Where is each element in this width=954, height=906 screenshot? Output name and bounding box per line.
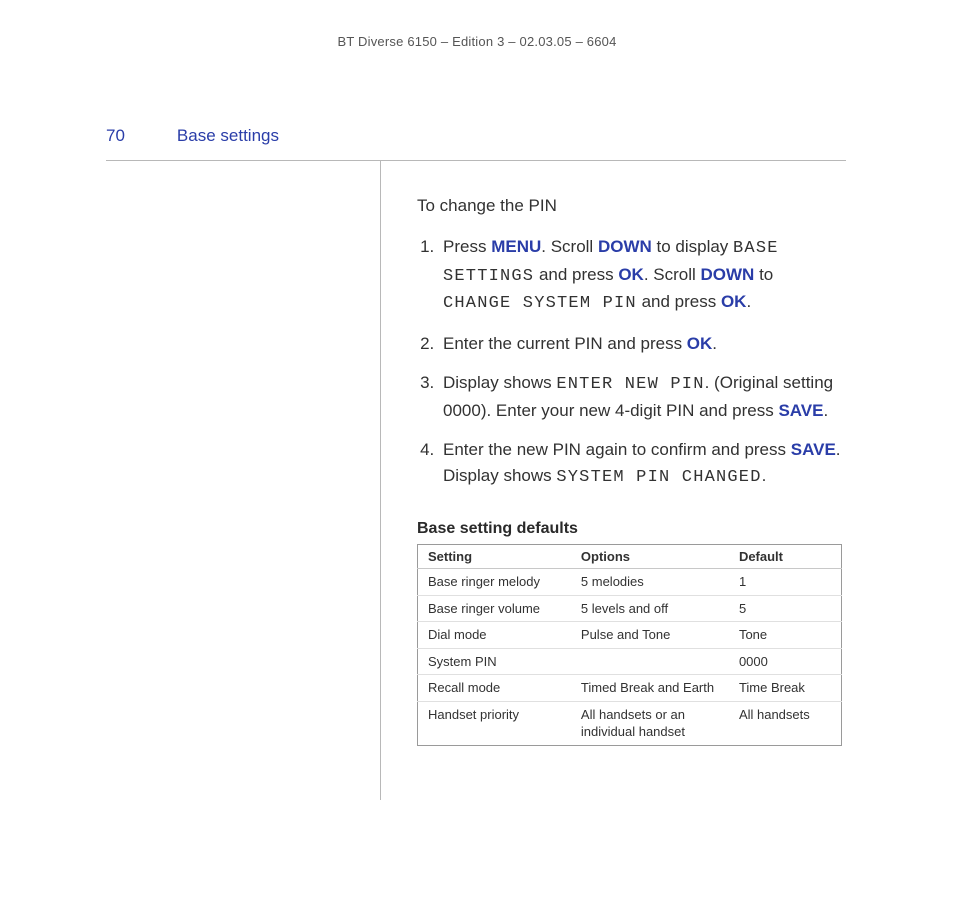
text: . <box>746 292 751 311</box>
step-2: Enter the current PIN and press OK. <box>439 331 846 357</box>
table-row: Base ringer melody 5 melodies 1 <box>418 569 842 596</box>
cell-options: Timed Break and Earth <box>571 675 729 702</box>
col-options: Options <box>571 545 729 569</box>
menu-key: MENU <box>491 237 541 256</box>
cell-default: 5 <box>729 595 842 622</box>
cell-default: All handsets <box>729 701 842 745</box>
col-default: Default <box>729 545 842 569</box>
ok-key: OK <box>618 265 644 284</box>
table-row: Dial mode Pulse and Tone Tone <box>418 622 842 649</box>
table-row: Handset priority All handsets or an indi… <box>418 701 842 745</box>
intro-text: To change the PIN <box>417 196 846 216</box>
text: Enter the new PIN again to confirm and p… <box>443 440 791 459</box>
text: . <box>712 334 717 353</box>
cell-options: 5 levels and off <box>571 595 729 622</box>
cell-default: 0000 <box>729 648 842 675</box>
text: . Scroll <box>541 237 598 256</box>
text: to <box>754 265 773 284</box>
table-row: Recall mode Timed Break and Earth Time B… <box>418 675 842 702</box>
steps-list: Press MENU. Scroll DOWN to display BASE … <box>417 234 846 490</box>
document-page: BT Diverse 6150 – Edition 3 – 02.03.05 –… <box>0 0 954 906</box>
cell-setting: System PIN <box>418 648 571 675</box>
lcd-system-pin-changed: SYSTEM PIN CHANGED <box>556 468 761 487</box>
section-title: Base settings <box>177 126 279 146</box>
text: to display <box>652 237 733 256</box>
lcd-change-system-pin: CHANGE SYSTEM PIN <box>443 294 637 313</box>
text: Press <box>443 237 491 256</box>
text: . Scroll <box>644 265 701 284</box>
text: . <box>824 401 829 420</box>
ok-key: OK <box>721 292 747 311</box>
cell-options: Pulse and Tone <box>571 622 729 649</box>
save-key: SAVE <box>778 401 823 420</box>
cell-options: All handsets or an individual handset <box>571 701 729 745</box>
cell-options <box>571 648 729 675</box>
defaults-heading: Base setting defaults <box>417 520 846 538</box>
table-header-row: Setting Options Default <box>418 545 842 569</box>
running-header: BT Diverse 6150 – Edition 3 – 02.03.05 –… <box>0 34 954 49</box>
text: Display shows <box>443 373 556 392</box>
main-content: To change the PIN Press MENU. Scroll DOW… <box>380 160 846 800</box>
cell-setting: Handset priority <box>418 701 571 745</box>
table-row: System PIN 0000 <box>418 648 842 675</box>
down-key: DOWN <box>701 265 755 284</box>
text: and press <box>534 265 618 284</box>
ok-key: OK <box>687 334 713 353</box>
table-row: Base ringer volume 5 levels and off 5 <box>418 595 842 622</box>
step-3: Display shows ENTER NEW PIN. (Original s… <box>439 370 846 423</box>
lcd-enter-new-pin: ENTER NEW PIN <box>556 375 704 394</box>
text: and press <box>637 292 721 311</box>
down-key: DOWN <box>598 237 652 256</box>
col-setting: Setting <box>418 545 571 569</box>
cell-options: 5 melodies <box>571 569 729 596</box>
text: Enter the current PIN and press <box>443 334 687 353</box>
defaults-table: Setting Options Default Base ringer melo… <box>417 544 842 746</box>
cell-setting: Dial mode <box>418 622 571 649</box>
cell-setting: Base ringer melody <box>418 569 571 596</box>
cell-setting: Base ringer volume <box>418 595 571 622</box>
cell-default: Tone <box>729 622 842 649</box>
cell-default: Time Break <box>729 675 842 702</box>
save-key: SAVE <box>791 440 836 459</box>
page-number: 70 <box>106 126 125 146</box>
step-4: Enter the new PIN again to confirm and p… <box>439 437 846 490</box>
cell-setting: Recall mode <box>418 675 571 702</box>
page-header: 70 Base settings <box>106 126 846 161</box>
cell-default: 1 <box>729 569 842 596</box>
text: . <box>762 466 767 485</box>
step-1: Press MENU. Scroll DOWN to display BASE … <box>439 234 846 317</box>
